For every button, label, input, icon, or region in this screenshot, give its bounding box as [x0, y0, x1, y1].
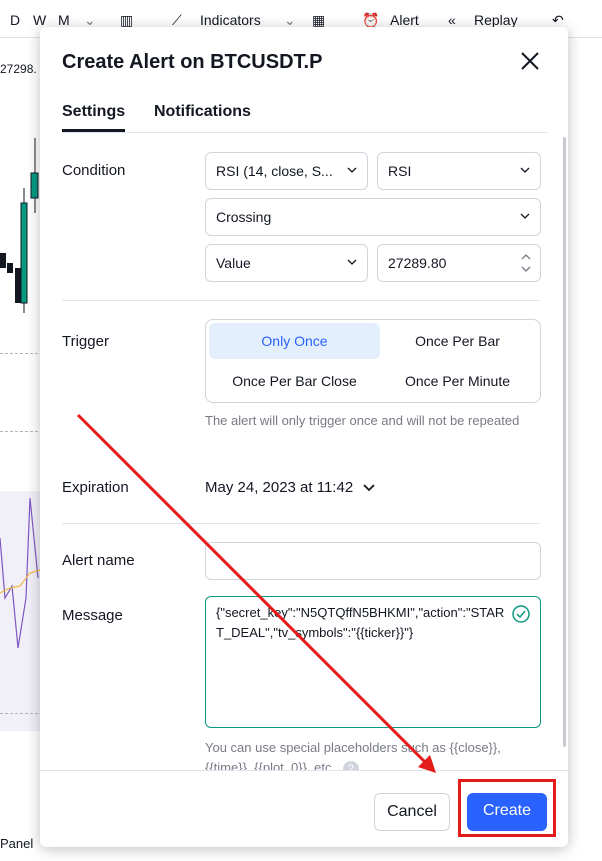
dialog-title: Create Alert on BTCUSDT.P	[62, 51, 323, 73]
trigger-once-per-bar[interactable]: Once Per Bar	[376, 323, 539, 359]
panel-tab[interactable]: Panel	[0, 836, 33, 851]
alert-name-input[interactable]	[205, 542, 541, 580]
divider	[62, 300, 540, 301]
timeframe-w[interactable]: W	[33, 12, 46, 28]
alert-button[interactable]: Alert	[390, 12, 419, 28]
message-textarea[interactable]: {"secret_key":"N5QTQffN5BHKMI","action":…	[205, 596, 541, 728]
trigger-hint: The alert will only trigger once and wil…	[205, 413, 520, 428]
replay-icon[interactable]: «	[448, 12, 456, 28]
alert-name-label: Alert name	[62, 552, 135, 569]
trigger-options: Only Once Once Per Bar Once Per Bar Clos…	[205, 319, 541, 403]
target-type-select[interactable]: Value	[205, 244, 368, 282]
create-button-highlight	[458, 779, 556, 837]
create-alert-dialog: Create Alert on BTCUSDT.P Settings Notif…	[40, 27, 568, 847]
chevron-down-icon	[347, 259, 357, 265]
trigger-only-once[interactable]: Only Once	[209, 323, 380, 359]
tab-settings[interactable]: Settings	[62, 103, 126, 132]
message-label: Message	[62, 607, 123, 624]
dialog-scrollbar[interactable]	[563, 137, 566, 747]
chevron-down-icon	[520, 167, 530, 173]
expiration-picker[interactable]: May 24, 2023 at 11:42	[205, 479, 375, 496]
dialog-tabs: Settings Notifications	[62, 103, 548, 133]
target-value-input[interactable]: 27289.80	[377, 244, 541, 282]
chevron-down-icon	[520, 213, 530, 219]
replay-button[interactable]: Replay	[474, 12, 518, 28]
indicators-button[interactable]: Indicators	[200, 12, 261, 28]
stepper-icon[interactable]	[520, 251, 532, 275]
condition-label: Condition	[62, 162, 126, 179]
indicator-select[interactable]: RSI (14, close, S...	[205, 152, 368, 190]
timeframe-d[interactable]: D	[10, 12, 20, 28]
cancel-button[interactable]: Cancel	[374, 793, 450, 831]
chart-area	[0, 138, 40, 731]
trigger-label: Trigger	[62, 333, 109, 350]
close-icon[interactable]	[518, 49, 542, 73]
plot-select[interactable]: RSI	[377, 152, 541, 190]
price-scale	[568, 38, 602, 838]
check-circle-icon	[512, 605, 530, 623]
operator-select[interactable]: Crossing	[205, 198, 541, 236]
trigger-once-per-bar-close[interactable]: Once Per Bar Close	[209, 363, 380, 399]
trigger-once-per-minute[interactable]: Once Per Minute	[376, 363, 539, 399]
expiration-label: Expiration	[62, 479, 129, 496]
chevron-down-icon	[347, 167, 357, 173]
chevron-down-icon	[363, 484, 375, 492]
tab-notifications[interactable]: Notifications	[154, 103, 251, 129]
timeframe-m[interactable]: M	[58, 12, 70, 28]
divider	[62, 523, 540, 524]
